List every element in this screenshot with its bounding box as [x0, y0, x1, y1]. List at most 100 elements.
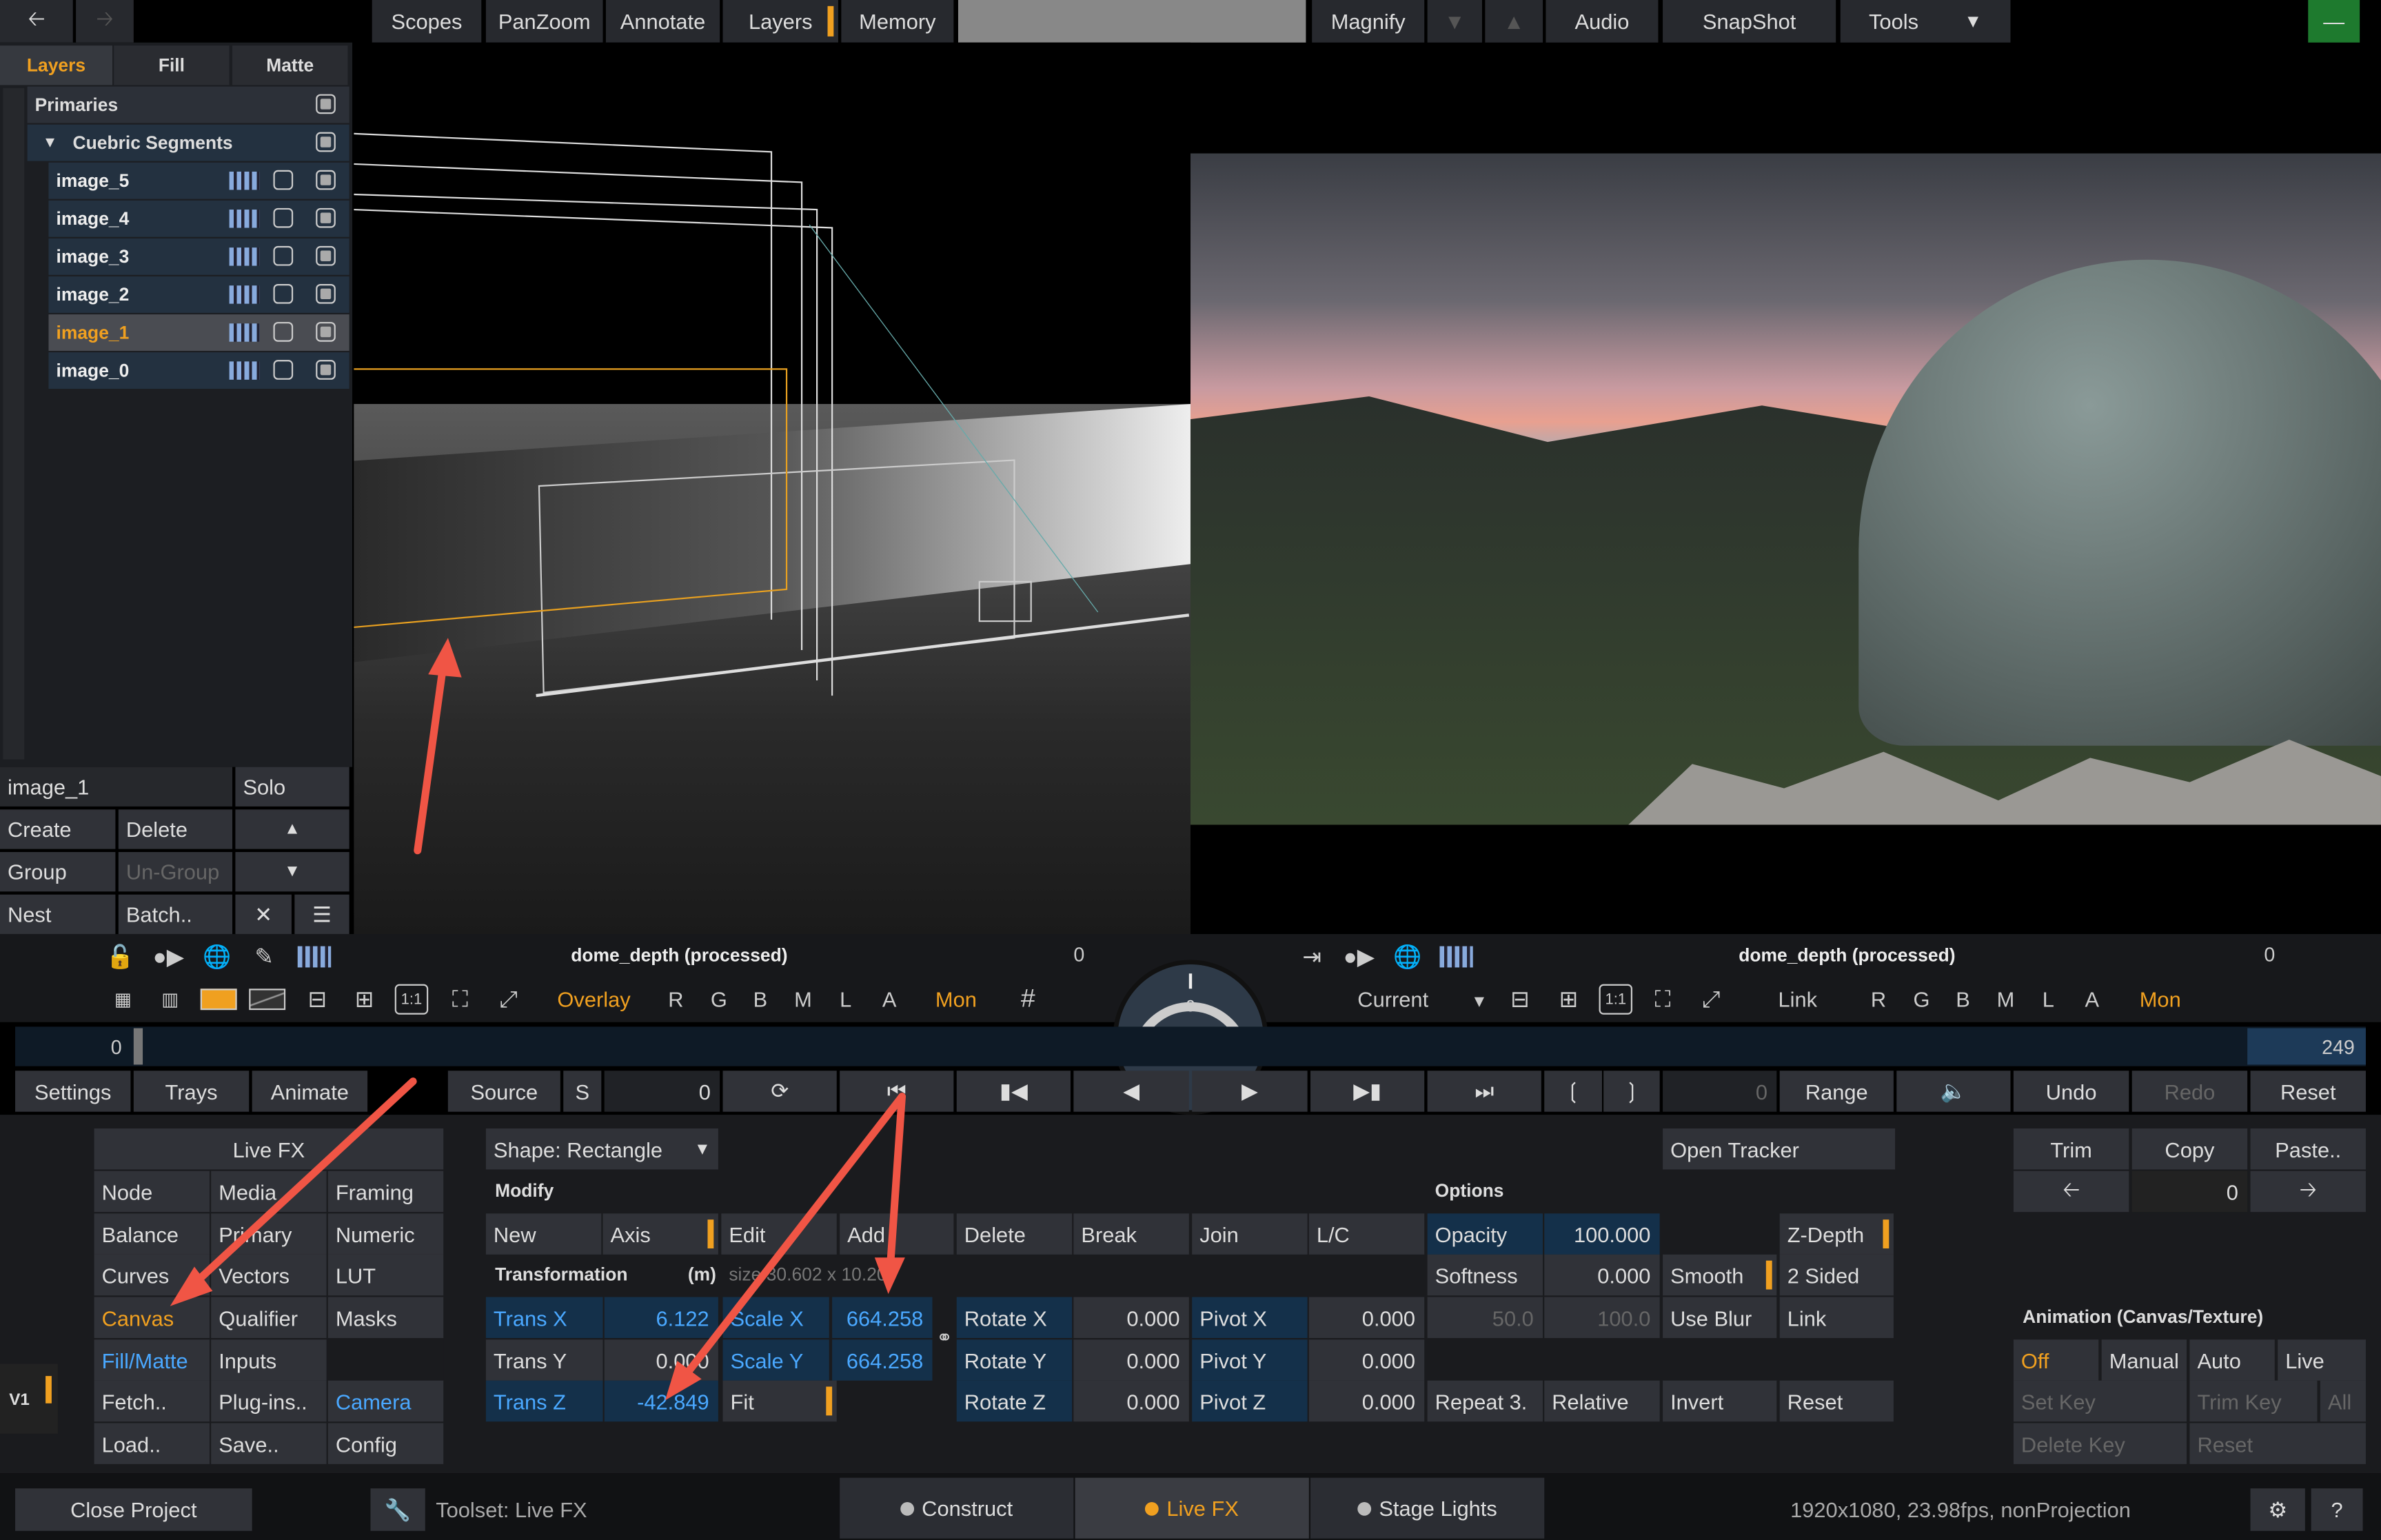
group-toggle-icon[interactable]: [316, 132, 336, 152]
edit-button[interactable]: Edit: [721, 1213, 837, 1255]
layer-visible-toggle[interactable]: [316, 322, 336, 342]
tab-layers[interactable]: Layers: [722, 0, 838, 43]
layer-solo-checkbox[interactable]: [273, 322, 294, 342]
layer-solo-checkbox[interactable]: [273, 283, 294, 304]
prev-key-button[interactable]: 🡠: [2013, 1171, 2129, 1213]
dim1-field[interactable]: 50.0: [1427, 1297, 1543, 1339]
batch-button[interactable]: Batch..: [118, 894, 233, 934]
audio-button[interactable]: Audio: [1546, 0, 1659, 43]
playhead[interactable]: [133, 1028, 143, 1065]
filmstrip-icon[interactable]: ▦: [106, 984, 139, 1015]
dim2-field[interactable]: 100.0: [1544, 1297, 1660, 1339]
channel-a[interactable]: A: [2085, 987, 2099, 1011]
link-button[interactable]: Link: [1778, 987, 1817, 1011]
tab-memory[interactable]: Memory: [841, 0, 954, 43]
tab-scopes[interactable]: Scopes: [372, 0, 482, 43]
layer-visible-toggle[interactable]: [316, 207, 336, 228]
fit-icon[interactable]: ⛶: [443, 984, 476, 1015]
anim-auto-button[interactable]: Auto: [2189, 1339, 2275, 1381]
redo-button[interactable]: Redo: [2131, 1071, 2248, 1112]
scale-y-field[interactable]: 664.258: [832, 1339, 933, 1381]
menu-fetch[interactable]: Fetch..: [94, 1380, 210, 1422]
snapshot-button[interactable]: SnapShot: [1663, 0, 1836, 43]
layer-visible-toggle[interactable]: [316, 170, 336, 190]
shape-dropdown[interactable]: Shape: Rectangle ▼: [485, 1128, 718, 1170]
go-end-button[interactable]: ⏭: [1427, 1071, 1541, 1112]
tab-matte[interactable]: Matte: [232, 45, 348, 85]
anim-manual-button[interactable]: Manual: [2101, 1339, 2187, 1381]
rotate-y-label[interactable]: Rotate Y: [956, 1339, 1073, 1381]
pivot-y-label[interactable]: Pivot Y: [1192, 1339, 1308, 1381]
channel-a[interactable]: A: [882, 987, 897, 1011]
safe-area-icon[interactable]: ▥: [153, 984, 186, 1015]
trans-y-label[interactable]: Trans Y: [485, 1339, 603, 1381]
scale-x-field[interactable]: 664.258: [832, 1297, 933, 1339]
tab-annotate[interactable]: Annotate: [605, 0, 720, 43]
menu-save[interactable]: Save..: [211, 1423, 327, 1464]
menu-plugins[interactable]: Plug-ins..: [211, 1380, 327, 1422]
one-to-one-icon[interactable]: 1:1: [1599, 984, 1633, 1015]
menu-fill-matte[interactable]: Fill/Matte: [94, 1339, 210, 1381]
menu-curves[interactable]: Curves: [94, 1254, 210, 1296]
pivot-z-field[interactable]: 0.000: [1308, 1380, 1425, 1422]
layer-visible-toggle[interactable]: [316, 360, 336, 380]
delete-key-button[interactable]: Delete Key: [2013, 1423, 2187, 1464]
tab-layers-panel[interactable]: Layers: [0, 45, 113, 85]
channel-l[interactable]: L: [840, 987, 851, 1011]
animate-button[interactable]: Animate: [252, 1071, 368, 1112]
layer-item-selected[interactable]: image_1: [48, 314, 349, 351]
solo-button[interactable]: Solo: [235, 767, 349, 807]
primaries-toggle-icon[interactable]: [316, 94, 336, 114]
mon-button[interactable]: Mon: [2140, 987, 2181, 1011]
forward-button[interactable]: 🡢: [76, 0, 134, 43]
pivot-x-label[interactable]: Pivot X: [1192, 1297, 1308, 1339]
break-button[interactable]: Break: [1073, 1213, 1189, 1255]
channel-b[interactable]: B: [753, 987, 768, 1011]
layer-solo-checkbox[interactable]: [273, 207, 294, 228]
grid-icon[interactable]: #: [1011, 984, 1044, 1015]
layer-name-field[interactable]: image_1: [0, 767, 233, 807]
trans-y-field[interactable]: 0.000: [604, 1339, 718, 1381]
tab-live-fx[interactable]: Live FX: [1075, 1477, 1309, 1539]
ungroup-button[interactable]: Un-Group: [118, 851, 233, 892]
thumbnail-icon[interactable]: [1439, 946, 1473, 968]
move-up-button[interactable]: ▲: [235, 809, 349, 849]
pen-icon[interactable]: ✎: [247, 942, 281, 972]
menu-framing[interactable]: Framing: [327, 1171, 444, 1213]
overlay-button[interactable]: Overlay: [557, 987, 630, 1011]
invert-button[interactable]: Invert: [1663, 1380, 1777, 1422]
next-key-button[interactable]: 🡢: [2250, 1171, 2366, 1213]
help-button[interactable]: ?: [2311, 1488, 2363, 1531]
z-depth-button[interactable]: Z-Depth: [1779, 1213, 1894, 1255]
channel-g[interactable]: G: [711, 987, 727, 1011]
tab-fill[interactable]: Fill: [114, 45, 230, 85]
zoom-out-icon[interactable]: ⊟: [1503, 984, 1537, 1015]
lc-button[interactable]: L/C: [1308, 1213, 1425, 1255]
move-down-button[interactable]: ▼: [235, 851, 349, 892]
menu-primary[interactable]: Primary: [211, 1213, 327, 1255]
softness-field[interactable]: 0.000: [1544, 1254, 1660, 1296]
mark-in-button[interactable]: ❲: [1544, 1071, 1602, 1112]
layer-item[interactable]: image_0: [48, 352, 349, 389]
trans-x-field[interactable]: 6.122: [604, 1297, 718, 1339]
pivot-x-field[interactable]: 0.000: [1308, 1297, 1425, 1339]
wipe-icon[interactable]: [249, 989, 286, 1011]
magnify-down-button[interactable]: ▼: [1427, 0, 1482, 43]
back-button[interactable]: 🡠: [0, 0, 73, 43]
menu-numeric[interactable]: Numeric: [327, 1213, 444, 1255]
channel-l[interactable]: L: [2043, 987, 2054, 1011]
tab-panzoom[interactable]: PanZoom: [485, 0, 603, 43]
tab-stage-lights[interactable]: Stage Lights: [1310, 1477, 1545, 1539]
pivot-z-label[interactable]: Pivot Z: [1192, 1380, 1308, 1422]
channel-r[interactable]: R: [1871, 987, 1886, 1011]
mon-button[interactable]: Mon: [935, 987, 977, 1011]
layer-solo-checkbox[interactable]: [273, 170, 294, 190]
link-option-button[interactable]: Link: [1779, 1297, 1894, 1339]
rotate-x-label[interactable]: Rotate X: [956, 1297, 1073, 1339]
mark-out-button[interactable]: ❳: [1603, 1071, 1660, 1112]
rotate-x-field[interactable]: 0.000: [1073, 1297, 1189, 1339]
group-row[interactable]: ▼ Cuebric Segments: [27, 124, 349, 161]
tab-construct[interactable]: Construct: [840, 1477, 1074, 1539]
use-blur-button[interactable]: Use Blur: [1663, 1297, 1777, 1339]
current-dropdown[interactable]: Current ▼: [1357, 987, 1488, 1011]
